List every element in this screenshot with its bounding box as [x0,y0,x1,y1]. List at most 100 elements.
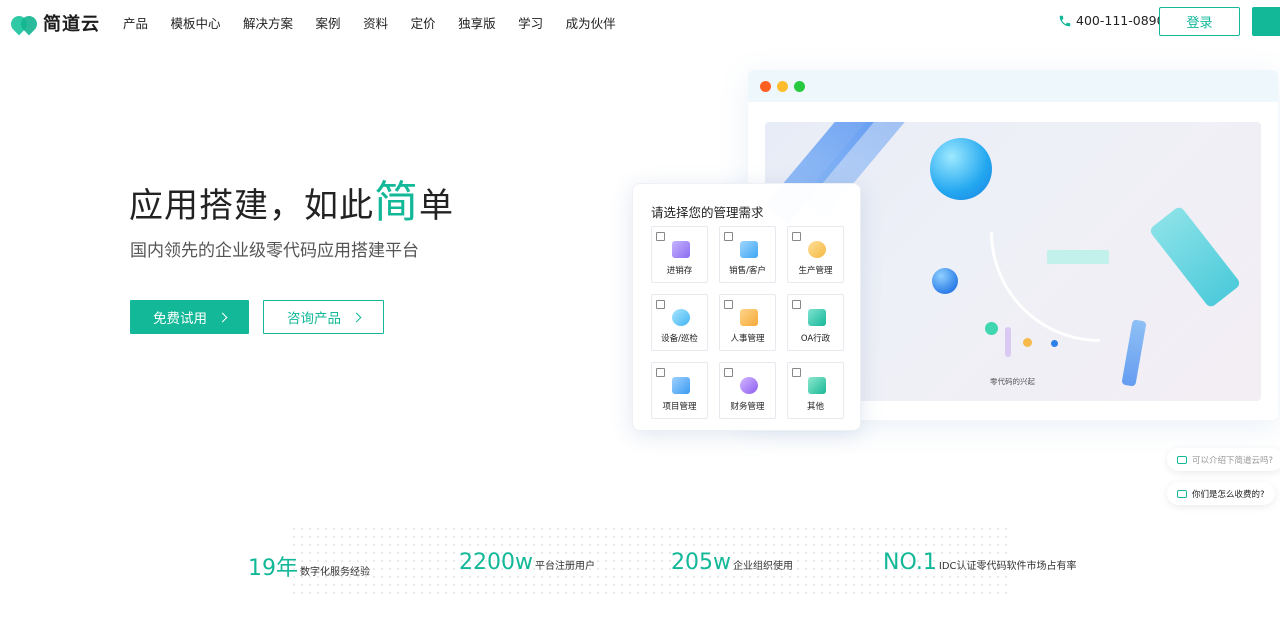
option-checkbox[interactable] [724,232,733,241]
inspection-icon [672,309,690,326]
phone-icon [1059,15,1071,26]
stat-number: 19年 [248,556,298,581]
option-production[interactable]: 生产管理 [787,226,844,283]
chevron-right-icon [217,312,228,322]
top-nav-bar: 简道云 产品 模板中心 解决方案 案例 资料 定价 独享版 学习 成为伙伴 40… [0,0,1280,44]
chat-icon [1177,455,1187,464]
brand-logo[interactable]: 简道云 [7,10,100,36]
oa-icon [808,309,826,326]
hero-title-accent: 简 [374,177,419,228]
stat-orgs: 205w 企业组织使用 [671,550,793,575]
option-checkbox[interactable] [656,300,665,309]
stat-number: NO.1 [883,550,937,575]
decor-dot [985,322,998,335]
option-checkbox[interactable] [656,232,665,241]
stat-description: 企业组织使用 [732,561,793,572]
chat-icon [1177,489,1187,498]
logo-text: 简道云 [43,14,100,35]
chevron-right-icon [351,312,362,322]
hero-title: 应用搭建，如此简单 [129,166,454,230]
option-label: 设备/巡检 [661,334,698,344]
option-label: 生产管理 [798,266,833,276]
option-label: 财务管理 [730,402,765,412]
option-label: 其他 [806,402,824,412]
option-sales[interactable]: 销售/客户 [719,226,776,283]
decor-tilted-bar [1121,319,1147,387]
nav-item-cases[interactable]: 案例 [316,13,341,32]
free-trial-button[interactable]: 免费试用 [130,300,249,334]
nav-item-dedicated[interactable]: 独享版 [458,13,496,32]
nav-item-pricing[interactable]: 定价 [411,13,436,32]
option-checkbox[interactable] [792,368,801,377]
sales-icon [740,241,758,258]
phone-number: 400-111-0890 [1076,13,1165,28]
hr-icon [740,309,758,326]
consult-product-button[interactable]: 咨询产品 [263,300,384,334]
stat-description: IDC认证零代码软件市场占有率 [938,561,1077,572]
hero-subtitle: 国内领先的企业级零代码应用搭建平台 [130,241,419,261]
chat-suggestion-intro[interactable]: 可以介绍下简道云吗? [1167,448,1280,471]
stat-years: 19年 数字化服务经验 [248,550,370,582]
option-project[interactable]: 项目管理 [651,362,708,419]
stat-number: 2200w [459,550,533,575]
login-button[interactable]: 登录 [1159,7,1240,36]
picker-title: 请选择您的管理需求 [651,205,764,220]
inventory-icon [672,241,690,258]
other-icon [808,377,826,394]
decor-pill [1047,250,1109,264]
decor-sphere-large [930,138,992,200]
illustration-caption: 零代码的兴起 [990,377,1035,386]
option-label: 项目管理 [662,402,697,412]
option-other[interactable]: 其他 [787,362,844,419]
decor-sphere-small [932,268,958,294]
option-label: OA行政 [800,334,831,344]
decor-tilted-card [1148,205,1242,309]
stat-number: 205w [671,550,731,575]
decor-bar [1005,327,1011,357]
option-label: 人事管理 [730,334,765,344]
finance-icon [740,377,758,394]
signup-button-partial[interactable] [1252,7,1280,36]
decor-arc [990,232,1100,342]
chat-suggestion-text: 可以介绍下简道云吗? [1192,455,1274,466]
window-title-bar [748,70,1278,102]
stat-description: 平台注册用户 [534,561,595,572]
option-checkbox[interactable] [792,300,801,309]
option-oa[interactable]: OA行政 [787,294,844,351]
option-checkbox[interactable] [656,368,665,377]
window-minimize-dot [777,80,788,92]
option-checkbox[interactable] [724,368,733,377]
decor-dot [1051,340,1058,347]
nav-item-product[interactable]: 产品 [123,13,148,32]
phone-contact[interactable]: 400-111-0890 [1058,13,1165,28]
chat-suggestion-text: 你们是怎么收费的? [1192,489,1265,500]
nav-item-resources[interactable]: 资料 [363,13,388,32]
consult-product-label: 咨询产品 [287,311,341,327]
option-finance[interactable]: 财务管理 [719,362,776,419]
needs-picker-card: 请选择您的管理需求 进销存 销售/客户 生产管理 设备/巡检 人事管理 OA行政… [632,183,861,431]
stat-users: 2200w 平台注册用户 [459,550,595,575]
option-checkbox[interactable] [792,232,801,241]
option-hr[interactable]: 人事管理 [719,294,776,351]
main-nav: 产品 模板中心 解决方案 案例 资料 定价 独享版 学习 成为伙伴 [123,13,638,32]
nav-item-templates[interactable]: 模板中心 [171,13,221,32]
stat-rank: NO.1 IDC认证零代码软件市场占有率 [883,550,1077,575]
option-checkbox[interactable] [724,300,733,309]
decor-dot [1023,338,1032,347]
window-close-dot [760,80,771,92]
nav-item-partner[interactable]: 成为伙伴 [566,13,616,32]
free-trial-label: 免费试用 [153,311,207,327]
project-icon [672,377,690,394]
logo-leaf-icon [7,12,41,36]
nav-item-learn[interactable]: 学习 [518,13,543,32]
hero-title-part-a: 应用搭建，如此 [129,186,374,226]
nav-item-solutions[interactable]: 解决方案 [243,13,293,32]
chat-suggestion-pricing[interactable]: 你们是怎么收费的? [1167,482,1275,505]
production-icon [808,241,826,258]
hero-title-part-b: 单 [419,186,454,226]
stat-description: 数字化服务经验 [300,567,370,578]
option-label: 进销存 [666,266,693,276]
option-inventory[interactable]: 进销存 [651,226,708,283]
option-inspection[interactable]: 设备/巡检 [651,294,708,351]
option-label: 销售/客户 [729,266,766,276]
